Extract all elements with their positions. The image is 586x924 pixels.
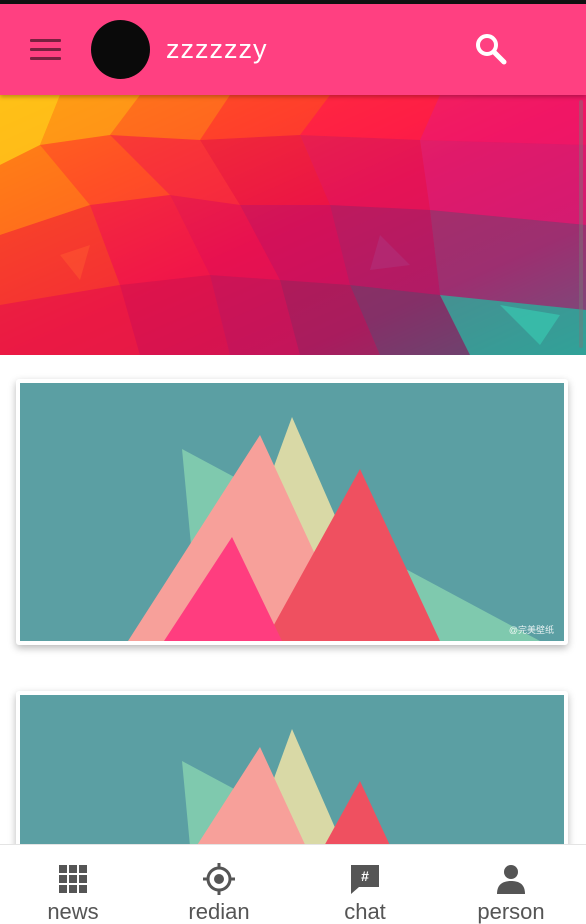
nav-label: chat [344, 899, 386, 924]
hamburger-menu-icon [30, 39, 61, 42]
low-poly-mountains-image [20, 695, 564, 845]
svg-text:#: # [361, 868, 369, 884]
search-button[interactable] [470, 28, 512, 70]
content-feed: @完美壁纸 [0, 355, 586, 845]
low-poly-mountains-image [20, 383, 564, 641]
header-banner [0, 95, 586, 355]
card-image [20, 695, 564, 845]
nav-label: redian [188, 899, 250, 924]
bottom-navigation: news redian # chat person [0, 844, 586, 924]
app-bar: zzzzzzy [0, 4, 586, 95]
avatar[interactable] [91, 20, 150, 79]
search-icon [476, 34, 507, 65]
card-image: @完美壁纸 [20, 383, 564, 641]
image-watermark: @完美壁纸 [508, 625, 554, 635]
nav-item-redian[interactable]: redian [146, 845, 292, 924]
nav-label: person [477, 899, 545, 924]
chat-hash-icon: # [351, 865, 379, 894]
feed-card[interactable]: @完美壁纸 [16, 379, 568, 645]
target-icon [203, 863, 235, 895]
scrollbar[interactable] [579, 100, 583, 348]
person-icon [497, 865, 525, 894]
nav-item-person[interactable]: person [438, 845, 584, 924]
low-poly-gradient-banner [0, 95, 586, 355]
feed-card[interactable] [16, 691, 568, 845]
nav-label: news [47, 899, 99, 924]
grid-icon [59, 865, 87, 893]
nav-item-chat[interactable]: # chat [292, 845, 438, 924]
nav-item-news[interactable]: news [0, 845, 146, 924]
menu-button[interactable] [24, 32, 66, 68]
username-label: zzzzzzy [166, 34, 268, 64]
